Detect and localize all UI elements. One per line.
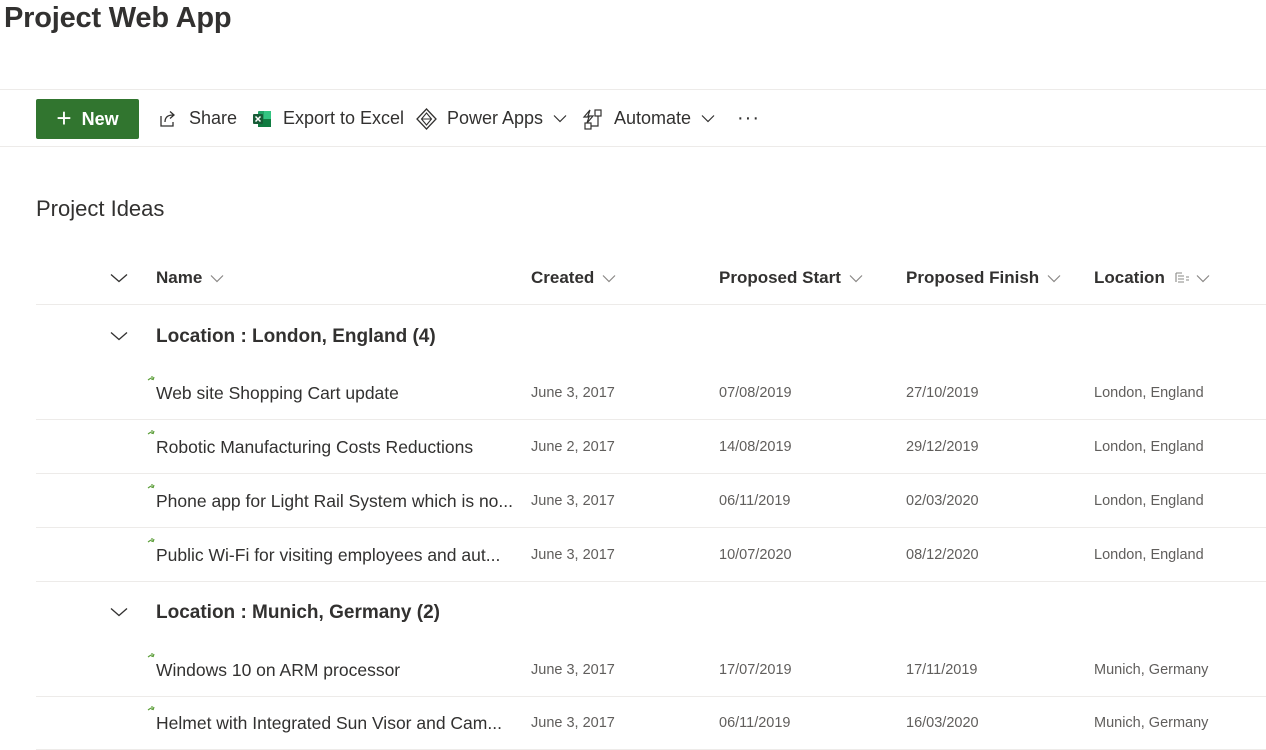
created-cell: June 3, 2017 [531, 662, 615, 678]
proposed-finish-cell: 27/10/2019 [906, 385, 979, 401]
proposed-start-cell: 10/07/2020 [719, 547, 792, 563]
more-icon: ··· [737, 107, 760, 129]
item-name-link[interactable]: Robotic Manufacturing Costs Reductions [156, 420, 516, 474]
column-header-label: Proposed Start [719, 268, 841, 287]
proposed-start-cell: 17/07/2019 [719, 662, 792, 678]
power-apps-button[interactable]: Power Apps [416, 90, 567, 147]
chevron-down-icon [602, 274, 616, 283]
column-header-location[interactable]: Location [1094, 252, 1210, 304]
chevron-down-icon [110, 268, 128, 288]
table-row[interactable]: Web site Shopping Cart update June 3, 20… [36, 366, 1266, 420]
location-cell: Munich, Germany [1094, 715, 1209, 731]
proposed-finish-cell: 08/12/2020 [906, 547, 979, 563]
power-apps-icon [416, 107, 437, 130]
created-cell: June 3, 2017 [531, 715, 615, 731]
new-button-label: New [81, 108, 119, 129]
column-header-created[interactable]: Created [531, 252, 616, 304]
item-name-link[interactable]: Helmet with Integrated Sun Visor and Cam… [156, 696, 516, 750]
item-name-link[interactable]: Web site Shopping Cart update [156, 366, 516, 420]
automate-label: Automate [614, 108, 692, 128]
chevron-down-icon [110, 604, 128, 622]
chevron-down-icon [210, 274, 224, 283]
automate-flow-icon [582, 108, 604, 130]
created-cell: June 3, 2017 [531, 385, 615, 401]
column-header-proposed-finish[interactable]: Proposed Finish [906, 252, 1061, 304]
chevron-down-icon [849, 274, 863, 283]
chevron-down-icon [110, 328, 128, 346]
table-row[interactable]: Windows 10 on ARM processor June 3, 2017… [36, 643, 1266, 697]
table-row[interactable]: Helmet with Integrated Sun Visor and Cam… [36, 696, 1266, 750]
collapse-all-groups-button[interactable] [110, 252, 128, 304]
excel-icon [252, 109, 273, 129]
export-to-excel-button[interactable]: Export to Excel [252, 90, 404, 147]
location-cell: London, England [1094, 439, 1204, 455]
group-header: Location : Munich, Germany (2) [36, 582, 1266, 644]
group-label: Location : London, England (4) [156, 326, 436, 347]
chevron-down-icon [553, 114, 567, 123]
location-cell: London, England [1094, 547, 1204, 563]
created-cell: June 3, 2017 [531, 547, 615, 563]
item-name-link[interactable]: Public Wi-Fi for visiting employees and … [156, 528, 516, 582]
proposed-start-cell: 06/11/2019 [719, 493, 791, 509]
group-by-icon [1175, 271, 1190, 285]
proposed-finish-cell: 17/11/2019 [906, 662, 978, 678]
column-header-label: Location [1094, 268, 1165, 287]
column-header-row: Name Created Proposed Start Proposed Fin… [36, 252, 1266, 305]
proposed-finish-cell: 16/03/2020 [906, 715, 979, 731]
created-cell: June 2, 2017 [531, 439, 615, 455]
proposed-finish-cell: 29/12/2019 [906, 439, 979, 455]
column-header-name[interactable]: Name [156, 252, 224, 304]
item-name-link[interactable]: Phone app for Light Rail System which is… [156, 474, 516, 528]
export-label: Export to Excel [283, 108, 405, 128]
power-apps-label: Power Apps [447, 108, 544, 128]
page-title: Project Web App [4, 2, 232, 34]
more-actions-button[interactable]: ··· [737, 90, 760, 147]
proposed-start-cell: 07/08/2019 [719, 385, 792, 401]
chevron-down-icon [701, 114, 715, 123]
created-cell: June 3, 2017 [531, 493, 615, 509]
proposed-start-cell: 06/11/2019 [719, 715, 791, 731]
location-cell: London, England [1094, 385, 1204, 401]
list-title: Project Ideas [36, 196, 165, 221]
column-header-label: Created [531, 268, 595, 287]
table-row[interactable]: Phone app for Light Rail System which is… [36, 474, 1266, 528]
location-cell: Munich, Germany [1094, 662, 1209, 678]
column-header-label: Proposed Finish [906, 268, 1040, 287]
column-header-label: Name [156, 268, 203, 287]
automate-button[interactable]: Automate [582, 90, 715, 147]
chevron-down-icon [1196, 274, 1210, 283]
group-label: Location : Munich, Germany (2) [156, 602, 440, 623]
proposed-finish-cell: 02/03/2020 [906, 493, 979, 509]
table-row[interactable]: Public Wi-Fi for visiting employees and … [36, 528, 1266, 582]
group-collapse-button[interactable] [110, 582, 128, 644]
share-icon [158, 109, 179, 129]
group-collapse-button[interactable] [110, 306, 128, 368]
column-header-proposed-start[interactable]: Proposed Start [719, 252, 863, 304]
proposed-start-cell: 14/08/2019 [719, 439, 792, 455]
plus-icon: + [56, 102, 72, 133]
item-name-link[interactable]: Windows 10 on ARM processor [156, 643, 516, 697]
share-label: Share [189, 108, 238, 128]
table-row[interactable]: Robotic Manufacturing Costs Reductions J… [36, 420, 1266, 474]
group-header: Location : London, England (4) [36, 306, 1266, 368]
chevron-down-icon [1047, 274, 1061, 283]
share-button[interactable]: Share [158, 90, 237, 147]
new-button[interactable]: + New [36, 99, 139, 139]
command-bar: + New Share Export to Excel Power Apps A… [0, 89, 1266, 147]
location-cell: London, England [1094, 493, 1204, 509]
